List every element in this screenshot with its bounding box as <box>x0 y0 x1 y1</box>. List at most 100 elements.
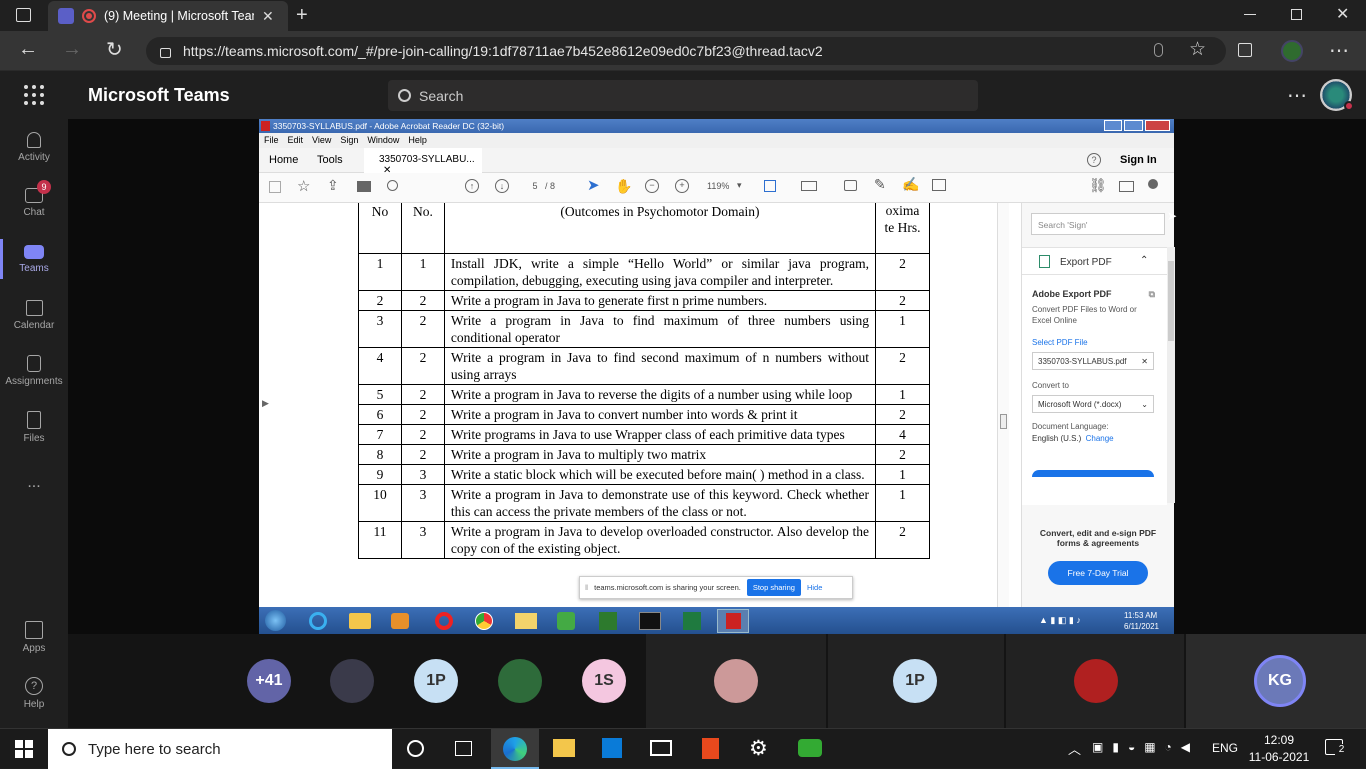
save-icon[interactable] <box>269 181 281 193</box>
selected-file-field[interactable]: 3350703-SYLLABUS.pdf ✕ <box>1032 352 1154 370</box>
change-language-link[interactable]: Change <box>1086 434 1114 443</box>
taskbar-settings-icon[interactable]: ⚙ <box>749 736 768 761</box>
clock-time[interactable]: 12:09 <box>1249 733 1309 747</box>
taskbar-file-explorer-icon[interactable] <box>553 739 575 757</box>
participant-photo-avatar[interactable] <box>498 659 542 703</box>
participant-initials-avatar[interactable]: +41 <box>247 659 291 703</box>
close-window-icon[interactable]: ✕ <box>1336 4 1349 24</box>
participant-initials-avatar[interactable]: 1P <box>893 659 937 703</box>
participant-initials-avatar[interactable]: KG <box>1254 655 1306 707</box>
participant-photo-avatar[interactable] <box>1074 659 1118 703</box>
page-up-icon[interactable]: ↑ <box>465 179 479 193</box>
share-user-icon[interactable] <box>1148 179 1158 189</box>
select-pdf-link[interactable]: Select PDF File <box>1032 338 1167 347</box>
tab-home[interactable]: Home <box>269 154 298 166</box>
hide-link[interactable]: Hide <box>807 583 822 592</box>
inner-media-icon[interactable] <box>391 613 409 629</box>
taskbar-search-box[interactable]: Type here to search <box>48 729 392 769</box>
rail-files[interactable]: Files <box>0 399 68 455</box>
teams-search-box[interactable]: Search <box>388 80 978 111</box>
draw-icon[interactable]: ✍ <box>902 176 919 193</box>
remove-file-icon[interactable]: ✕ <box>1141 357 1148 366</box>
taskbar-store-icon[interactable] <box>602 738 622 758</box>
favorites-icon[interactable]: ☆ <box>1189 38 1206 61</box>
clock-date[interactable]: 11-06-2021 <box>1242 750 1316 764</box>
tab-actions-icon[interactable] <box>16 8 31 22</box>
user-avatar[interactable] <box>1320 79 1354 111</box>
menu-help[interactable]: Help <box>408 133 427 148</box>
zoom-level[interactable]: 119% <box>707 181 729 191</box>
print-icon[interactable] <box>357 181 371 192</box>
email-icon[interactable] <box>1119 181 1134 192</box>
drag-handle-icon[interactable]: ‖ <box>585 583 588 592</box>
microphone-icon[interactable] <box>1154 43 1163 57</box>
windows-start-icon[interactable] <box>15 740 33 758</box>
link-icon[interactable]: ⛓ <box>1089 177 1107 194</box>
rail-calendar[interactable]: Calendar <box>0 287 68 343</box>
taskbar-mail-icon[interactable] <box>650 740 672 756</box>
inner-ie-icon[interactable] <box>309 612 327 630</box>
stop-sharing-button[interactable]: Stop sharing <box>746 579 801 596</box>
menu-sign[interactable]: Sign <box>340 133 358 148</box>
inner-folder-icon[interactable] <box>515 613 537 629</box>
export-pdf-header[interactable]: Export PDF ⌃ <box>1022 247 1167 275</box>
rail-help[interactable]: ? Help <box>0 665 68 721</box>
inner-opera-icon[interactable] <box>435 612 453 630</box>
participant-initials-avatar[interactable]: 1P <box>414 659 458 703</box>
rail-assignments[interactable]: Assignments <box>0 343 68 399</box>
inner-project-icon[interactable] <box>599 612 617 630</box>
menu-window[interactable]: Window <box>367 133 399 148</box>
close-tab-icon[interactable]: ✕ <box>262 8 274 25</box>
taskbar-office-icon[interactable] <box>702 738 719 759</box>
inner-acrobat-icon[interactable] <box>717 609 749 633</box>
free-trial-button[interactable]: Free 7-Day Trial <box>1048 561 1148 585</box>
back-icon[interactable]: ← <box>18 38 38 61</box>
find-icon[interactable] <box>387 180 398 191</box>
fill-sign-icon[interactable] <box>932 179 946 191</box>
taskbar-edge-icon[interactable] <box>491 729 539 769</box>
participant-initials-avatar[interactable]: 1S <box>582 659 626 703</box>
rail-teams[interactable]: Teams <box>0 231 68 287</box>
page-down-icon[interactable]: ↓ <box>495 179 509 193</box>
collapse-icon[interactable]: ⌃ <box>1140 255 1148 266</box>
menu-view[interactable]: View <box>312 133 331 148</box>
task-view-icon[interactable] <box>455 741 472 756</box>
comment-icon[interactable] <box>844 180 857 191</box>
refresh-icon[interactable]: ↻ <box>106 37 123 62</box>
tab-document[interactable]: 3350703-SYLLABU... ✕ <box>364 148 482 176</box>
document-scrollbar[interactable] <box>997 203 1009 607</box>
hand-tool-icon[interactable]: ✋ <box>615 178 632 195</box>
language-indicator[interactable]: ENG <box>1212 741 1238 755</box>
notification-center-icon[interactable]: 2 <box>1325 739 1348 757</box>
address-bar[interactable]: https://teams.microsoft.com/_#/pre-join-… <box>146 37 1226 65</box>
rail-chat[interactable]: 9 Chat <box>0 175 68 231</box>
highlight-pen-icon[interactable]: ✎ <box>874 176 886 193</box>
cortana-icon[interactable] <box>407 740 424 757</box>
inner-start-orb-icon[interactable] <box>265 610 286 631</box>
browser-menu-icon[interactable]: ⋯ <box>1329 38 1349 63</box>
forward-icon[interactable]: → <box>62 38 82 61</box>
fit-page-icon[interactable] <box>764 180 776 192</box>
participant-photo-avatar[interactable] <box>330 659 374 703</box>
rail-activity[interactable]: Activity <box>0 119 68 175</box>
side-panel-scrollbar[interactable] <box>1167 247 1175 503</box>
zoom-out-icon[interactable]: − <box>645 179 659 193</box>
rail-more[interactable]: ... <box>0 455 68 511</box>
minimize-icon[interactable] <box>1244 14 1256 15</box>
scroll-mode-icon[interactable] <box>801 181 817 191</box>
profile-avatar-icon[interactable] <box>1281 40 1303 62</box>
participant-photo-avatar[interactable] <box>714 659 758 703</box>
inner-explorer-icon[interactable] <box>349 613 371 629</box>
convert-button-partial[interactable] <box>1032 470 1154 477</box>
zoom-in-icon[interactable]: + <box>675 179 689 193</box>
left-panel-toggle-icon[interactable]: ▶ <box>262 398 269 409</box>
zoom-dropdown-icon[interactable]: ▾ <box>737 180 742 191</box>
browser-tab[interactable]: (9) Meeting | Microsoft Tean ✕ <box>48 1 288 31</box>
restore-icon[interactable] <box>1291 9 1302 20</box>
copy-icon[interactable]: ⧉ <box>1149 289 1155 300</box>
convert-format-select[interactable]: Microsoft Word (*.docx) ⌄ <box>1032 395 1154 413</box>
tab-tools[interactable]: Tools <box>317 154 343 166</box>
taskbar-game-icon[interactable] <box>798 739 822 757</box>
side-search-input[interactable]: Search 'Sign' <box>1031 213 1165 235</box>
acrobat-window-controls[interactable] <box>1104 120 1170 131</box>
